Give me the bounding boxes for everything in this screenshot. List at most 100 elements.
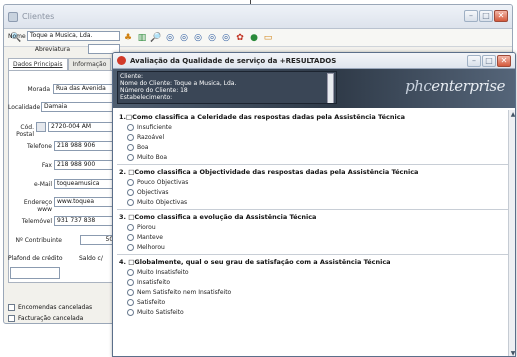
minimize-button[interactable]: – bbox=[467, 55, 481, 67]
radio-option[interactable]: Boa bbox=[127, 142, 515, 152]
scroll-up-icon[interactable]: ▲ bbox=[509, 110, 515, 119]
www-field[interactable]: www.toquea bbox=[54, 197, 120, 207]
telefone-field[interactable]: 218 988 906 bbox=[54, 141, 120, 151]
radio-option[interactable]: Muito Objectivas bbox=[127, 197, 515, 207]
divider bbox=[117, 254, 513, 255]
checkbox-label: Facturação cancelada bbox=[18, 315, 84, 322]
option-label: Insatisfeito bbox=[137, 278, 171, 286]
questions-list: 1.□Como classifica a Celeridade das resp… bbox=[113, 113, 515, 317]
print-preview-icon[interactable]: 🔎 bbox=[150, 32, 162, 44]
radio-option[interactable]: Razoável bbox=[127, 132, 515, 142]
brand-logo: phcenterprise bbox=[405, 77, 505, 95]
plafond-field[interactable] bbox=[10, 267, 60, 279]
survey-dialog: Avaliação da Qualidade de serviço da +RE… bbox=[112, 52, 516, 357]
radio-option[interactable]: Satisfeito bbox=[127, 297, 515, 307]
option-label: Razoável bbox=[137, 133, 165, 141]
radio-button[interactable] bbox=[127, 188, 134, 196]
question-title: 4. □Globalmente, qual o seu grau de sati… bbox=[119, 258, 391, 266]
option-label: Satisfeito bbox=[137, 298, 166, 306]
radio-button[interactable] bbox=[127, 278, 134, 286]
client-info-line: Nome do Cliente: Toque a Musica, Lda. bbox=[120, 80, 237, 87]
localidade-field[interactable]: Damaia bbox=[41, 102, 120, 112]
morada-field[interactable]: Rua das Avenida bbox=[53, 84, 120, 94]
radio-button[interactable] bbox=[127, 298, 134, 306]
next-record-icon[interactable]: ◎ bbox=[192, 32, 204, 44]
question-title: 2. □Como classifica a Objectividade das … bbox=[119, 168, 419, 176]
checkbox-box[interactable] bbox=[8, 304, 15, 311]
radio-option[interactable]: Nem Satisfeito nem Insatisfeito bbox=[127, 287, 515, 297]
email-field[interactable]: toqueamusica bbox=[54, 179, 120, 189]
field-label-www: Endereço www bbox=[23, 199, 52, 213]
last-record-icon[interactable]: ◎ bbox=[206, 32, 218, 44]
refresh-icon[interactable]: ◎ bbox=[220, 32, 232, 44]
option-label: Insuficiente bbox=[137, 123, 172, 131]
app-icon bbox=[8, 11, 18, 22]
tools-icon[interactable]: ✿ bbox=[234, 32, 246, 44]
tab-dados-principais[interactable]: Dados Principais bbox=[8, 58, 68, 70]
option-label: Piorou bbox=[137, 223, 156, 231]
radio-option[interactable]: Muito Insatisfeito bbox=[127, 267, 515, 277]
option-label: Boa bbox=[137, 143, 149, 151]
previous-record-icon[interactable]: ◎ bbox=[178, 32, 190, 44]
form-tabs: Dados Principais Informação bbox=[8, 58, 112, 70]
maximize-button[interactable]: □ bbox=[479, 10, 493, 22]
radio-button[interactable] bbox=[127, 153, 134, 161]
checkbox-box[interactable] bbox=[8, 315, 15, 322]
option-label: Objectivas bbox=[137, 188, 169, 196]
fax-field[interactable]: 218 988 900 bbox=[54, 160, 120, 170]
radio-option[interactable]: Manteve bbox=[127, 232, 515, 242]
field-label-morada: Morada bbox=[27, 86, 50, 93]
maximize-button[interactable]: □ bbox=[482, 55, 496, 67]
tab-informacao[interactable]: Informação bbox=[67, 58, 112, 70]
chart-icon[interactable]: ▥ bbox=[136, 32, 148, 44]
radio-button[interactable] bbox=[127, 198, 134, 206]
scroll-down-icon[interactable]: ▼ bbox=[509, 349, 515, 356]
nome-field[interactable]: Toque a Musica, Lda. bbox=[27, 31, 120, 41]
option-label: Nem Satisfeito nem Insatisfeito bbox=[137, 288, 232, 296]
questions-scrollbar[interactable]: ▲ ▼ bbox=[508, 110, 515, 356]
field-label-nome: Nome bbox=[8, 33, 26, 40]
field-label-telefone: Telefone bbox=[27, 143, 52, 150]
radio-button[interactable] bbox=[127, 133, 134, 141]
radio-button[interactable] bbox=[127, 288, 134, 296]
radio-button[interactable] bbox=[127, 268, 134, 276]
radio-option[interactable]: Pouco Objectivas bbox=[127, 177, 515, 187]
radio-button[interactable] bbox=[127, 233, 134, 241]
facturacao-cancelada-checkbox[interactable]: Facturação cancelada bbox=[8, 315, 83, 322]
telemovel-field[interactable]: 931 737 838 bbox=[54, 216, 120, 226]
help-icon[interactable]: ● bbox=[248, 32, 260, 44]
minimize-button[interactable]: – bbox=[464, 10, 478, 22]
radio-option[interactable]: Piorou bbox=[127, 222, 515, 232]
radio-button[interactable] bbox=[127, 143, 134, 151]
saldo-label: Saldo c/ bbox=[79, 255, 103, 262]
client-info-line: Estabelecimento: bbox=[120, 94, 173, 101]
radio-button[interactable] bbox=[127, 243, 134, 251]
field-label-localidade: Localidade bbox=[8, 104, 41, 111]
postal-lookup-button[interactable] bbox=[36, 122, 46, 132]
option-label: Pouco Objectivas bbox=[137, 178, 189, 186]
radio-button[interactable] bbox=[127, 178, 134, 186]
field-label-email: e-Mail bbox=[33, 181, 52, 188]
folder-icon[interactable]: ▭ bbox=[262, 32, 274, 44]
radio-option[interactable]: Objectivas bbox=[127, 187, 515, 197]
client-info-scrollbar[interactable] bbox=[327, 73, 334, 103]
radio-button[interactable] bbox=[127, 223, 134, 231]
divider bbox=[117, 164, 513, 165]
encomendas-canceladas-checkbox[interactable]: Encomendas canceladas bbox=[8, 304, 92, 311]
close-button[interactable]: ✕ bbox=[494, 10, 508, 22]
people-icon[interactable]: ♣ bbox=[122, 32, 134, 44]
first-record-icon[interactable]: ◎ bbox=[164, 32, 176, 44]
brand-prefix: phc bbox=[405, 77, 432, 95]
option-label: Muito Satisfeito bbox=[137, 308, 184, 316]
close-button[interactable]: ✕ bbox=[497, 55, 511, 67]
radio-option[interactable]: Melhorou bbox=[127, 242, 515, 252]
radio-option[interactable]: Muito Satisfeito bbox=[127, 307, 515, 317]
radio-option[interactable]: Insatisfeito bbox=[127, 277, 515, 287]
radio-option[interactable]: Muito Boa bbox=[127, 152, 515, 162]
radio-option[interactable]: Insuficiente bbox=[127, 122, 515, 132]
radio-button[interactable] bbox=[127, 308, 134, 316]
cod-postal-field[interactable]: 2720-004 AM bbox=[48, 122, 120, 132]
client-form: Nome Toque a Musica, Lda. Abreviatura Da… bbox=[8, 29, 120, 323]
client-info-line: Cliente: bbox=[120, 73, 144, 80]
radio-button[interactable] bbox=[127, 123, 134, 131]
